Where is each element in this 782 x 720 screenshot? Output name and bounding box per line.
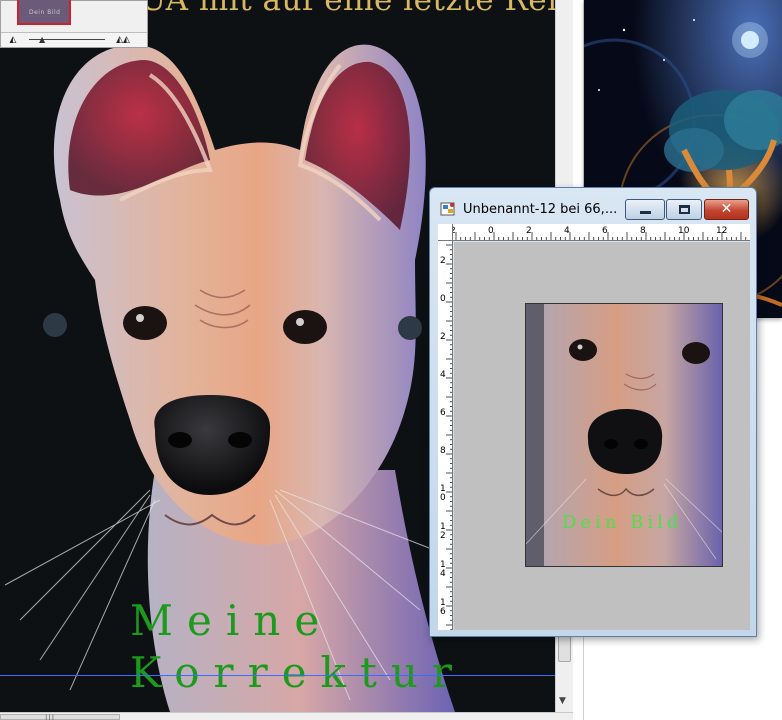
ruler-left-label: 2 bbox=[440, 531, 446, 541]
ruler-top-label: 4 bbox=[564, 226, 570, 236]
ruler-corner bbox=[438, 224, 453, 241]
ruler-left-label: 8 bbox=[440, 446, 446, 456]
zoom-slider-handle-icon[interactable]: ▲ bbox=[39, 36, 45, 44]
thumbnail-caption: Dein Bild bbox=[29, 9, 61, 16]
vertical-ruler[interactable]: 20246810121416 bbox=[438, 241, 453, 630]
ruler-top-label: 8 bbox=[640, 226, 646, 236]
maximize-icon bbox=[679, 205, 690, 214]
ruler-left-label: 6 bbox=[440, 607, 446, 617]
ruler-top-label: 2 bbox=[526, 226, 532, 236]
zoom-in-mountain-icon[interactable]: ◭◭ bbox=[111, 34, 135, 46]
minimize-icon bbox=[640, 211, 651, 214]
minimize-button[interactable] bbox=[625, 199, 665, 220]
guide-line[interactable] bbox=[0, 675, 555, 676]
zoom-bar: ◭ ▲ ◭◭ bbox=[1, 32, 147, 47]
zoom-out-mountain-icon[interactable]: ◭ bbox=[4, 34, 22, 46]
ruler-left-label: 6 bbox=[440, 408, 446, 418]
close-icon: ✕ bbox=[720, 201, 733, 217]
ruler-left-label: 2 bbox=[440, 256, 446, 266]
scrollbar-grip-icon: ||| bbox=[45, 714, 56, 720]
navigator-panel: Dein Bild ◭ ▲ ◭◭ bbox=[0, 0, 148, 48]
horizontal-scrollbar-thumb[interactable] bbox=[0, 714, 120, 720]
window-title: Unbenannt-12 bei 66,... bbox=[463, 202, 618, 217]
ruler-left-label: 0 bbox=[440, 493, 446, 503]
document-canvas-area[interactable]: Dein Bild bbox=[454, 242, 750, 630]
psp-document-icon[interactable] bbox=[440, 201, 456, 217]
desktop-stage: UA mit auf eine letzte Reise Meine Korre… bbox=[0, 0, 782, 720]
ruler-top-label: 6 bbox=[602, 226, 608, 236]
dog-portrait-image[interactable]: Dein Bild bbox=[525, 303, 723, 567]
close-button[interactable]: ✕ bbox=[704, 199, 749, 220]
korrektur-text-line2: Korrektur bbox=[130, 648, 466, 697]
ruler-top-label: 0 bbox=[488, 226, 494, 236]
ruler-left-label: 4 bbox=[440, 370, 446, 380]
horizontal-ruler[interactable]: 2024681012 bbox=[438, 224, 750, 241]
ruler-top-label: 10 bbox=[678, 226, 690, 236]
ruler-left-label: 0 bbox=[440, 294, 446, 304]
korrektur-text-line1: Meine bbox=[130, 596, 334, 645]
ruler-left-label: 4 bbox=[440, 569, 446, 579]
scroll-down-arrow-icon[interactable]: ▼ bbox=[559, 696, 566, 706]
ruler-top-label: 12 bbox=[716, 226, 727, 236]
navigator-thumbnail[interactable]: Dein Bild bbox=[17, 0, 71, 25]
image-caption: Dein Bild bbox=[562, 512, 683, 533]
ruler-left-label: 2 bbox=[440, 332, 446, 342]
headline-text: UA mit auf eine letzte Reise bbox=[140, 0, 555, 18]
main-horizontal-scrollbar[interactable]: ||| bbox=[0, 712, 573, 720]
document-window[interactable]: Unbenannt-12 bei 66,... ✕ 2 0 2 4 6 8 10 12 2 0 2… bbox=[429, 187, 757, 637]
window-title-bar[interactable]: Unbenannt-12 bei 66,... ✕ bbox=[430, 188, 756, 222]
maximize-button[interactable] bbox=[666, 199, 702, 220]
